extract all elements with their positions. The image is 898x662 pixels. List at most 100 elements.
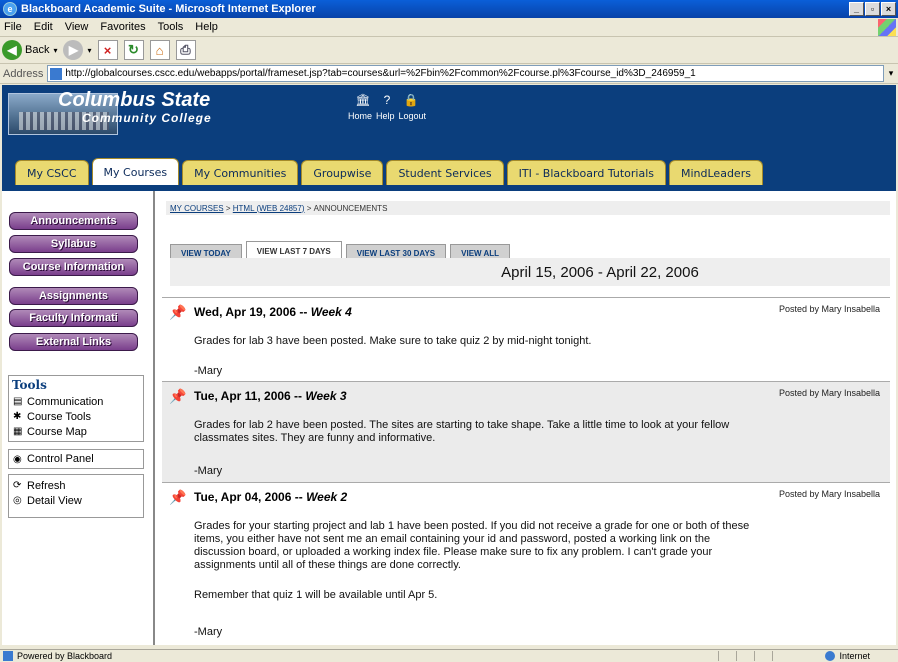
control-panel-box[interactable]: ◉ Control Panel <box>8 449 144 469</box>
nav-faculty-information[interactable]: Faculty Informati <box>9 309 138 327</box>
announcement-posted-by: Posted by Mary Insabella <box>778 388 880 398</box>
logout-lock-icon[interactable]: 🔒 <box>404 93 419 107</box>
announcement-body-2: Remember that quiz 1 will be available u… <box>194 589 438 601</box>
minimize-button[interactable]: _ <box>849 2 864 16</box>
ie-icon: e <box>3 2 17 16</box>
tools-box: Tools ▤ Communication ✱ Course Tools ▦ C… <box>8 375 144 442</box>
menu-file[interactable]: File <box>4 21 22 33</box>
tab-my-communities[interactable]: My Communities <box>182 160 299 185</box>
nav-announcements[interactable]: Announcements <box>9 212 138 230</box>
home-button[interactable]: ⌂ <box>149 40 170 60</box>
address-bar: Address http://globalcourses.cscc.edu/we… <box>0 64 898 84</box>
nav-assignments[interactable]: Assignments <box>9 287 138 305</box>
announcement-pin-icon: 📌 <box>169 388 187 404</box>
refresh-label: Refresh <box>27 479 66 492</box>
address-url: http://globalcourses.cscc.edu/webapps/po… <box>65 68 696 79</box>
detail-view-label: Detail View <box>27 494 82 507</box>
breadcrumb: MY COURSES > HTML (WEB 24857) > ANNOUNCE… <box>166 201 890 215</box>
detail-view-link[interactable]: ◎ Detail View <box>9 493 143 508</box>
page-icon <box>50 67 63 80</box>
school-name: Columbus State <box>58 89 211 111</box>
menu-favorites[interactable]: Favorites <box>100 21 145 33</box>
back-label: Back <box>25 44 50 56</box>
announcement-title: Wed, Apr 19, 2006 -- Week 4 <box>194 305 352 319</box>
status-text: Powered by Blackboard <box>17 650 113 661</box>
control-panel-label: Control Panel <box>27 453 94 465</box>
browser-toolbar: ◀ Back ▾ ▶ ▾ × ↻ ⌂ ⎙ <box>0 37 898 64</box>
help-icon[interactable]: ? <box>380 93 394 107</box>
announcement-pin-icon: 📌 <box>169 489 187 505</box>
restore-button[interactable]: ▫ <box>865 2 880 16</box>
breadcrumb-sep-2: > <box>304 203 314 213</box>
help-link[interactable]: Help <box>376 111 395 121</box>
course-menu: Announcements Syllabus Course Informatio… <box>2 191 155 645</box>
home-building-icon[interactable]: 🏛 <box>355 93 370 107</box>
status-bar: Powered by Blackboard Internet <box>0 649 898 661</box>
menu-help[interactable]: Help <box>195 21 218 33</box>
breadcrumb-course[interactable]: HTML (WEB 24857) <box>233 204 305 213</box>
tool-course-tools-label: Course Tools <box>27 410 91 423</box>
breadcrumb-my-courses[interactable]: MY COURSES <box>170 204 224 213</box>
security-zone: Internet <box>825 650 870 662</box>
announcement-body: Grades for lab 2 have been posted. The s… <box>194 419 730 444</box>
home-icon: ⌂ <box>149 40 170 60</box>
announcement-body: Grades for lab 3 have been posted. Make … <box>194 335 592 347</box>
refresh-link[interactable]: ⟳ Refresh <box>9 478 143 493</box>
print-icon: ⎙ <box>175 40 196 60</box>
close-button[interactable]: × <box>881 2 896 16</box>
refresh-button[interactable]: ↻ <box>123 40 144 60</box>
menu-tools[interactable]: Tools <box>158 21 184 33</box>
announcement-body: Grades for your starting project and lab… <box>194 520 750 571</box>
zone-label: Internet <box>839 651 870 661</box>
logout-link[interactable]: Logout <box>399 111 427 121</box>
content-area: Announcements Syllabus Course Informatio… <box>2 185 896 645</box>
tab-groupwise[interactable]: Groupwise <box>301 160 384 185</box>
tool-communication-label: Communication <box>27 395 104 408</box>
announcement-item: 📌 Wed, Apr 19, 2006 -- Week 4 Posted by … <box>162 297 890 381</box>
announcement-week: Week 4 <box>310 305 352 319</box>
announcement-signature: -Mary <box>194 626 223 638</box>
announcement-title: Tue, Apr 04, 2006 -- Week 2 <box>194 490 348 504</box>
announcement-date: Tue, Apr 11, 2006 <box>194 389 291 403</box>
refresh-icon: ↻ <box>123 40 144 60</box>
communication-icon: ▤ <box>13 396 23 407</box>
announcement-posted-by: Posted by Mary Insabella <box>778 304 880 314</box>
menu-edit[interactable]: Edit <box>34 21 53 33</box>
tools-heading: Tools <box>12 378 47 392</box>
announcement-signature: -Mary <box>194 465 223 477</box>
announcement-item: 📌 Tue, Apr 11, 2006 -- Week 3 Posted by … <box>162 381 890 482</box>
back-button[interactable]: ◀ Back ▾ <box>2 40 57 60</box>
site-banner: Columbus State Community College 🏛 ? 🔒 H… <box>2 85 896 155</box>
tool-course-tools[interactable]: ✱ Course Tools <box>9 409 143 424</box>
announcement-date: Wed, Apr 19, 2006 <box>194 305 297 319</box>
nav-syllabus[interactable]: Syllabus <box>9 235 138 253</box>
tool-course-map[interactable]: ▦ Course Map <box>9 424 143 439</box>
menu-view[interactable]: View <box>65 21 89 33</box>
home-link[interactable]: Home <box>348 111 372 121</box>
utilities-box: ⟳ Refresh ◎ Detail View <box>8 474 144 518</box>
tab-my-courses[interactable]: My Courses <box>91 158 180 185</box>
stop-icon: × <box>97 40 118 60</box>
breadcrumb-announcements: ANNOUNCEMENTS <box>313 203 388 213</box>
nav-external-links[interactable]: External Links <box>9 333 138 351</box>
back-dropdown-icon[interactable]: ▾ <box>53 46 57 55</box>
announcement-item: 📌 Tue, Apr 04, 2006 -- Week 2 Posted by … <box>162 482 890 645</box>
print-button[interactable]: ⎙ <box>175 40 196 60</box>
address-dropdown-icon[interactable]: ▾ <box>884 68 898 79</box>
forward-arrow-icon: ▶ <box>63 40 84 60</box>
nav-course-information[interactable]: Course Information <box>9 258 138 276</box>
tool-communication[interactable]: ▤ Communication <box>9 394 143 409</box>
announcement-week: Week 3 <box>305 389 347 403</box>
tab-my-cscc[interactable]: My CSCC <box>15 160 89 185</box>
address-field[interactable]: http://globalcourses.cscc.edu/webapps/po… <box>47 65 884 82</box>
tab-iti-blackboard-tutorials[interactable]: ITI - Blackboard Tutorials <box>506 160 666 185</box>
announcement-date: Tue, Apr 04, 2006 <box>194 490 292 504</box>
forward-dropdown-icon[interactable]: ▾ <box>87 46 91 55</box>
forward-button[interactable]: ▶ ▾ <box>63 40 92 60</box>
announcement-signature: -Mary <box>194 365 223 377</box>
tab-mindleaders[interactable]: MindLeaders <box>669 160 763 185</box>
tool-course-map-label: Course Map <box>27 425 87 438</box>
tab-student-services[interactable]: Student Services <box>386 160 504 185</box>
stop-button[interactable]: × <box>97 40 118 60</box>
control-panel-icon: ◉ <box>13 453 22 465</box>
